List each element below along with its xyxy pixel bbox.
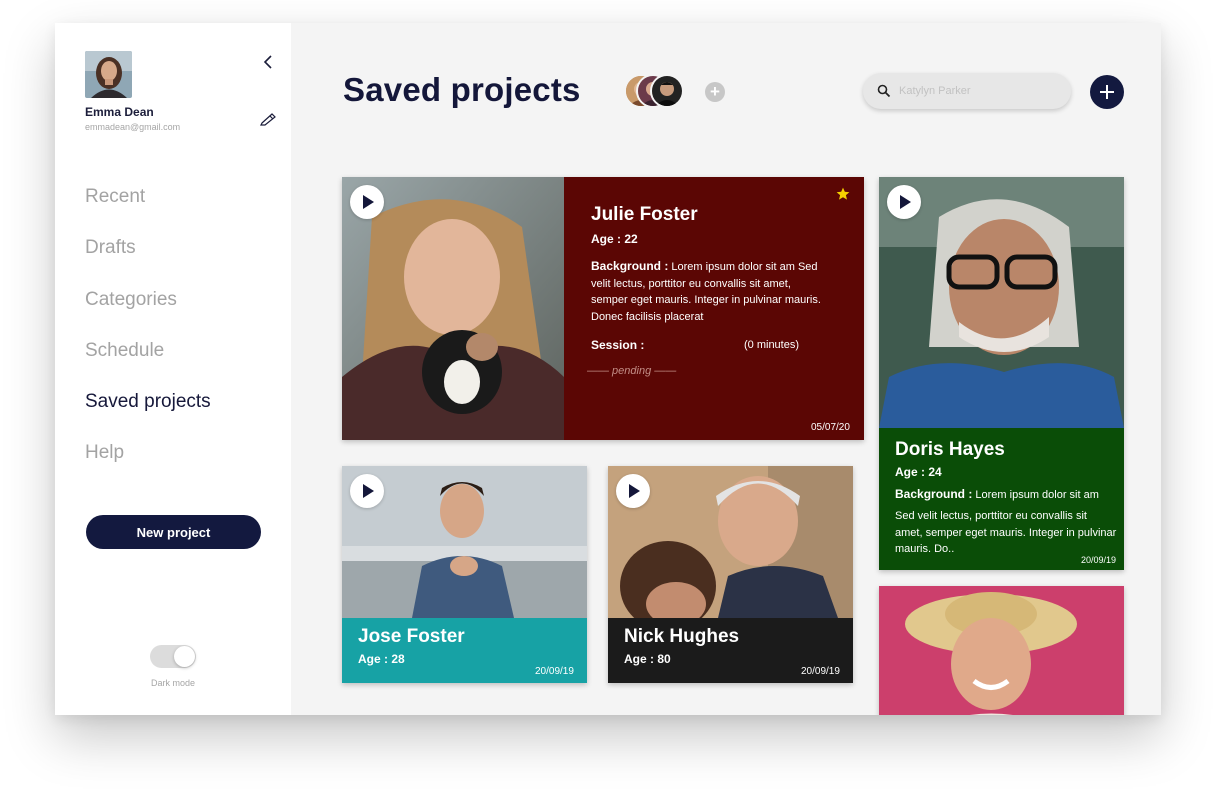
sidebar-item-recent[interactable]: Recent bbox=[85, 185, 211, 236]
card-name: Julie Foster bbox=[591, 204, 698, 225]
sidebar: Emma Dean emmadean@gmail.com Recent Draf… bbox=[55, 23, 291, 715]
card-name: Jose Foster bbox=[358, 626, 465, 647]
project-card-doris[interactable]: Doris Hayes Age : 24 Background : Lorem … bbox=[879, 177, 1124, 570]
card-date: 05/07/20 bbox=[811, 422, 850, 433]
session-status: —— pending —— bbox=[587, 365, 677, 377]
card-age: Age : 22 bbox=[591, 232, 638, 246]
user-email: emmadean@gmail.com bbox=[85, 122, 181, 132]
project-card-julie[interactable]: Julie Foster Age : 22 Background : Lorem… bbox=[342, 177, 864, 440]
search-bar bbox=[863, 73, 1071, 109]
edit-icon[interactable] bbox=[259, 111, 277, 127]
new-project-button[interactable]: New project bbox=[86, 515, 261, 549]
add-project-button[interactable] bbox=[1090, 75, 1124, 109]
doris-photo bbox=[879, 177, 1124, 428]
play-button[interactable] bbox=[350, 185, 384, 219]
background-label: Background : bbox=[591, 259, 669, 273]
collaborator-avatar[interactable] bbox=[650, 74, 684, 108]
sidebar-item-schedule[interactable]: Schedule bbox=[85, 339, 211, 390]
search-icon bbox=[877, 84, 891, 98]
card-age: Age : 28 bbox=[358, 652, 405, 666]
page-title: Saved projects bbox=[343, 71, 581, 108]
sidebar-item-categories[interactable]: Categories bbox=[85, 288, 211, 339]
sidebar-item-drafts[interactable]: Drafts bbox=[85, 236, 211, 287]
project-card-jose[interactable]: Jose Foster Age : 28 20/09/19 bbox=[342, 466, 587, 683]
sidebar-nav: Recent Drafts Categories Schedule Saved … bbox=[85, 185, 211, 493]
dark-mode-toggle[interactable] bbox=[150, 645, 196, 668]
woman-hat-photo bbox=[879, 586, 1124, 715]
card-date: 20/09/19 bbox=[535, 666, 574, 677]
play-button[interactable] bbox=[616, 474, 650, 508]
card-date: 20/09/19 bbox=[801, 666, 840, 677]
session-label: Session : bbox=[591, 338, 645, 352]
card-date: 20/09/19 bbox=[1081, 555, 1117, 565]
search-input[interactable] bbox=[899, 81, 1059, 101]
plus-icon bbox=[1100, 85, 1114, 99]
toggle-knob bbox=[174, 646, 195, 667]
app-window: Emma Dean emmadean@gmail.com Recent Draf… bbox=[55, 23, 1161, 715]
collaborator-avatars bbox=[624, 74, 686, 108]
avatar[interactable] bbox=[85, 51, 132, 98]
card-background: Background : Lorem ipsum dolor sit am Se… bbox=[591, 258, 821, 325]
dark-mode-label: Dark mode bbox=[150, 678, 195, 688]
add-collaborator-button[interactable]: + bbox=[705, 82, 725, 102]
background-text-more: Sed velit lectus, porttitor eu convallis… bbox=[895, 510, 1117, 555]
user-name: Emma Dean bbox=[85, 105, 154, 119]
sidebar-item-saved-projects[interactable]: Saved projects bbox=[85, 390, 211, 441]
session-value: (0 minutes) bbox=[744, 339, 800, 351]
play-button[interactable] bbox=[350, 474, 384, 508]
card-name: Doris Hayes bbox=[895, 439, 1005, 460]
card-age: Age : 80 bbox=[624, 652, 671, 666]
card-background: Background : Lorem ipsum dolor sit am bbox=[895, 486, 1121, 504]
card-name: Nick Hughes bbox=[624, 626, 740, 647]
sidebar-item-help[interactable]: Help bbox=[85, 441, 211, 492]
play-button[interactable] bbox=[887, 185, 921, 219]
card-age: Age : 24 bbox=[895, 465, 942, 479]
project-card-partial[interactable] bbox=[879, 586, 1124, 715]
star-icon[interactable] bbox=[836, 187, 850, 201]
project-card-nick[interactable]: Nick Hughes Age : 80 20/09/19 bbox=[608, 466, 853, 683]
background-label: Background : bbox=[895, 487, 973, 501]
background-text: Lorem ipsum dolor sit am bbox=[975, 489, 1099, 501]
chevron-left-icon[interactable] bbox=[259, 53, 277, 71]
